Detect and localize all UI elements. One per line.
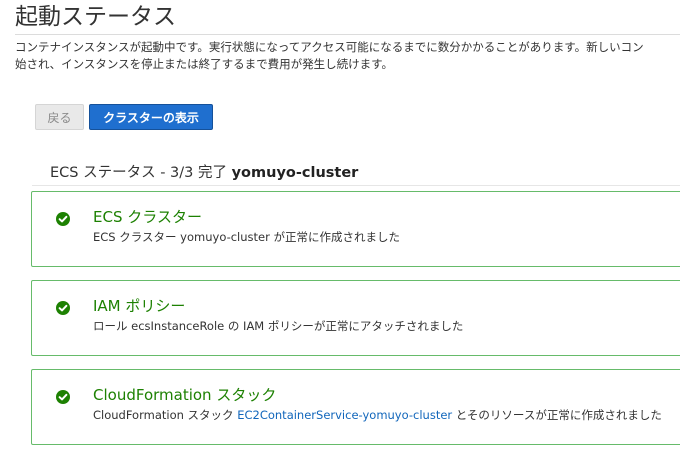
cloudformation-stack-link[interactable]: EC2ContainerService-yomuyo-cluster	[237, 408, 452, 422]
card-title: ECS クラスター	[93, 208, 202, 226]
status-card-ecs-cluster: ECS クラスター ECS クラスター yomuyo-cluster が正常に作…	[31, 191, 680, 267]
check-circle-icon	[56, 301, 70, 315]
card-body-prefix: CloudFormation スタック	[93, 408, 234, 422]
card-body: CloudFormation スタック EC2ContainerService-…	[93, 407, 662, 423]
card-body: ロール ecsInstanceRole の IAM ポリシーが正常にアタッチされ…	[93, 319, 464, 333]
description-line-2: 始され、インスタンスを停止または終了するまで費用が発生し続けます。	[15, 57, 394, 71]
ecs-status-cluster-name: yomuyo-cluster	[231, 165, 359, 181]
check-circle-icon	[56, 390, 70, 404]
ecs-status-heading: ECS ステータス - 3/3 完了 yomuyo-cluster	[50, 161, 358, 182]
card-title: IAM ポリシー	[93, 297, 186, 315]
card-body-suffix: とそのリソースが正常に作成されました	[455, 408, 662, 422]
check-circle-icon	[56, 212, 70, 226]
card-body: ECS クラスター yomuyo-cluster が正常に作成されました	[93, 230, 400, 244]
status-card-iam-policy: IAM ポリシー ロール ecsInstanceRole の IAM ポリシーが…	[31, 280, 680, 356]
ecs-status-divider	[32, 185, 680, 186]
status-card-cloudformation-stack: CloudFormation スタック CloudFormation スタック …	[31, 369, 680, 445]
description-line-1: コンテナインスタンスが起動中です。実行状態になってアクセス可能になるまでに数分か…	[15, 40, 644, 54]
page-description: コンテナインスタンスが起動中です。実行状態になってアクセス可能になるまでに数分か…	[15, 39, 680, 73]
page-title: 起動ステータス	[15, 4, 176, 30]
card-title: CloudFormation スタック	[93, 386, 277, 404]
back-button[interactable]: 戻る	[35, 104, 84, 130]
title-divider	[15, 34, 680, 35]
ecs-status-prefix: ECS ステータス - 3/3 完了	[50, 165, 227, 181]
view-cluster-button[interactable]: クラスターの表示	[89, 104, 213, 130]
